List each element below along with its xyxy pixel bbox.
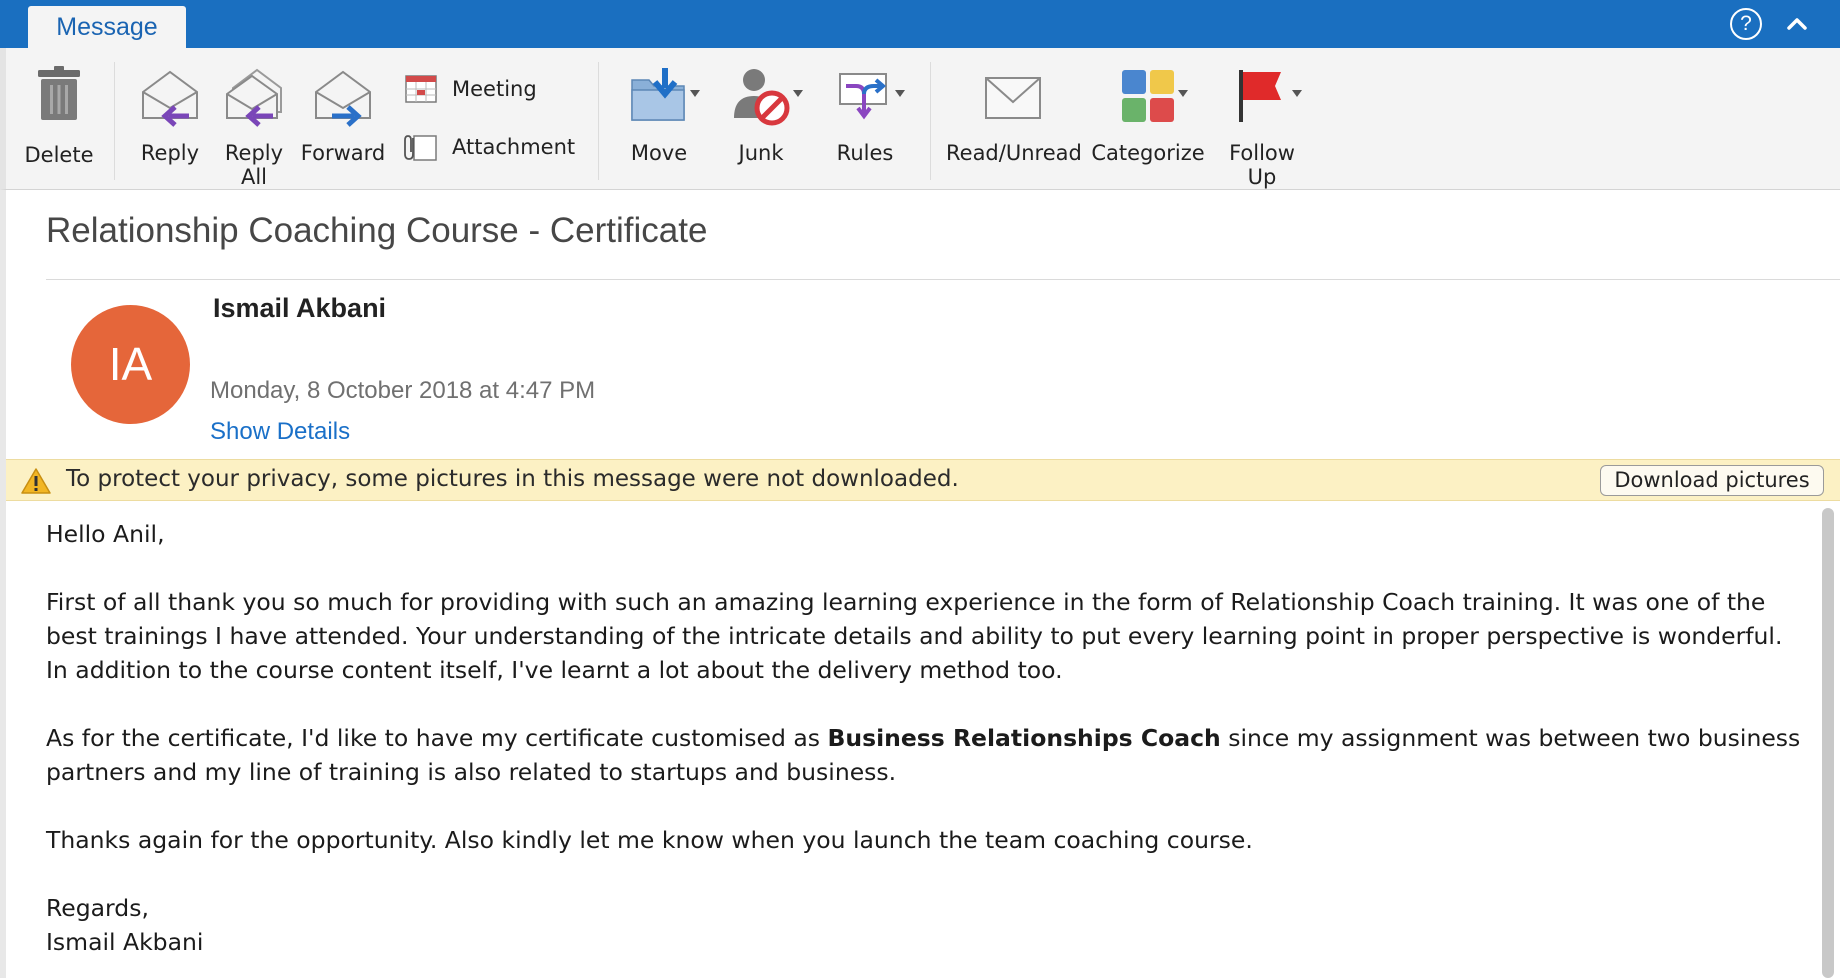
- reply-label: Reply: [140, 141, 200, 165]
- closing: Regards,: [46, 894, 149, 922]
- delete-label: Delete: [24, 143, 94, 167]
- reply-button[interactable]: Reply: [132, 66, 208, 165]
- move-dropdown-caret[interactable]: [690, 90, 700, 97]
- rules-button[interactable]: Rules: [820, 66, 910, 165]
- attachment-button[interactable]: Attachment: [404, 132, 594, 162]
- reply-all-label-line1: Reply: [224, 141, 284, 165]
- read-unread-button[interactable]: Read/Unread: [946, 66, 1082, 165]
- sender-name[interactable]: Ismail Akbani: [213, 293, 386, 324]
- junk-button[interactable]: Junk: [716, 66, 806, 165]
- forward-label: Forward: [300, 141, 386, 165]
- paperclip-icon: [404, 135, 437, 161]
- body-paragraph: First of all thank you so much for provi…: [46, 588, 1783, 684]
- title-bar: Message ?: [0, 0, 1840, 48]
- privacy-message: To protect your privacy, some pictures i…: [66, 466, 959, 492]
- ribbon-separator: [930, 62, 931, 180]
- rules-label: Rules: [836, 141, 894, 165]
- forward-button[interactable]: Forward: [296, 66, 390, 165]
- download-pictures-button[interactable]: Download pictures: [1600, 465, 1824, 496]
- ribbon-separator: [598, 62, 599, 180]
- reply-all-label-line2: All: [240, 165, 268, 189]
- body-paragraph: As for the certificate, I'd like to have…: [46, 721, 1806, 789]
- follow-up-button[interactable]: Follow Up: [1222, 66, 1302, 189]
- junk-dropdown-caret[interactable]: [793, 90, 803, 97]
- para-text: As for the certificate, I'd like to have…: [46, 724, 828, 752]
- rules-icon: [839, 73, 887, 120]
- header-divider: [46, 279, 1840, 280]
- signature: Ismail Akbani: [46, 928, 204, 956]
- rules-dropdown-caret[interactable]: [895, 90, 905, 97]
- greeting: Hello Anil,: [46, 520, 165, 548]
- categorize-label: Categorize: [1091, 141, 1205, 165]
- categorize-icon: [1122, 70, 1174, 122]
- collapse-ribbon-icon[interactable]: [1782, 10, 1812, 38]
- reply-all-button[interactable]: Reply All: [216, 66, 292, 189]
- trash-icon: [38, 66, 80, 120]
- attachment-label: Attachment: [452, 135, 576, 159]
- categorize-button[interactable]: Categorize: [1090, 66, 1206, 165]
- move-label: Move: [630, 141, 688, 165]
- junk-icon: [734, 69, 790, 126]
- meeting-label: Meeting: [452, 77, 537, 101]
- meeting-button[interactable]: Meeting: [404, 74, 594, 104]
- move-button[interactable]: Move: [614, 66, 704, 165]
- tab-message[interactable]: Message: [28, 6, 186, 48]
- certificate-title: Business Relationships Coach: [827, 724, 1221, 752]
- reply-icon: [142, 70, 198, 127]
- calendar-icon: [405, 75, 437, 103]
- warning-icon: [21, 468, 51, 494]
- message-body: Hello Anil, First of all thank you so mu…: [46, 517, 1806, 959]
- show-details-link[interactable]: Show Details: [210, 418, 350, 446]
- follow-up-label-line2: Up: [1247, 165, 1277, 189]
- help-icon[interactable]: ?: [1730, 8, 1762, 40]
- message-subject: Relationship Coaching Course - Certifica…: [46, 211, 708, 250]
- privacy-bar: To protect your privacy, some pictures i…: [6, 459, 1840, 501]
- avatar: IA: [71, 305, 190, 424]
- delete-button[interactable]: Delete: [20, 66, 98, 167]
- forward-icon: [315, 70, 371, 127]
- envelope-icon: [985, 77, 1041, 119]
- body-paragraph: Thanks again for the opportunity. Also k…: [46, 826, 1253, 854]
- left-edge: [0, 190, 6, 978]
- flag-icon: [1239, 70, 1281, 122]
- folder-move-icon: [631, 68, 685, 121]
- follow-up-label-line1: Follow: [1229, 141, 1295, 165]
- categorize-dropdown-caret[interactable]: [1178, 90, 1188, 97]
- ribbon-separator: [114, 62, 115, 180]
- follow-up-dropdown-caret[interactable]: [1292, 90, 1302, 97]
- body-scrollbar[interactable]: [1822, 508, 1834, 978]
- read-unread-label: Read/Unread: [946, 141, 1082, 165]
- message-date: Monday, 8 October 2018 at 4:47 PM: [210, 377, 596, 404]
- junk-label: Junk: [738, 141, 784, 165]
- reply-all-icon: [226, 68, 282, 127]
